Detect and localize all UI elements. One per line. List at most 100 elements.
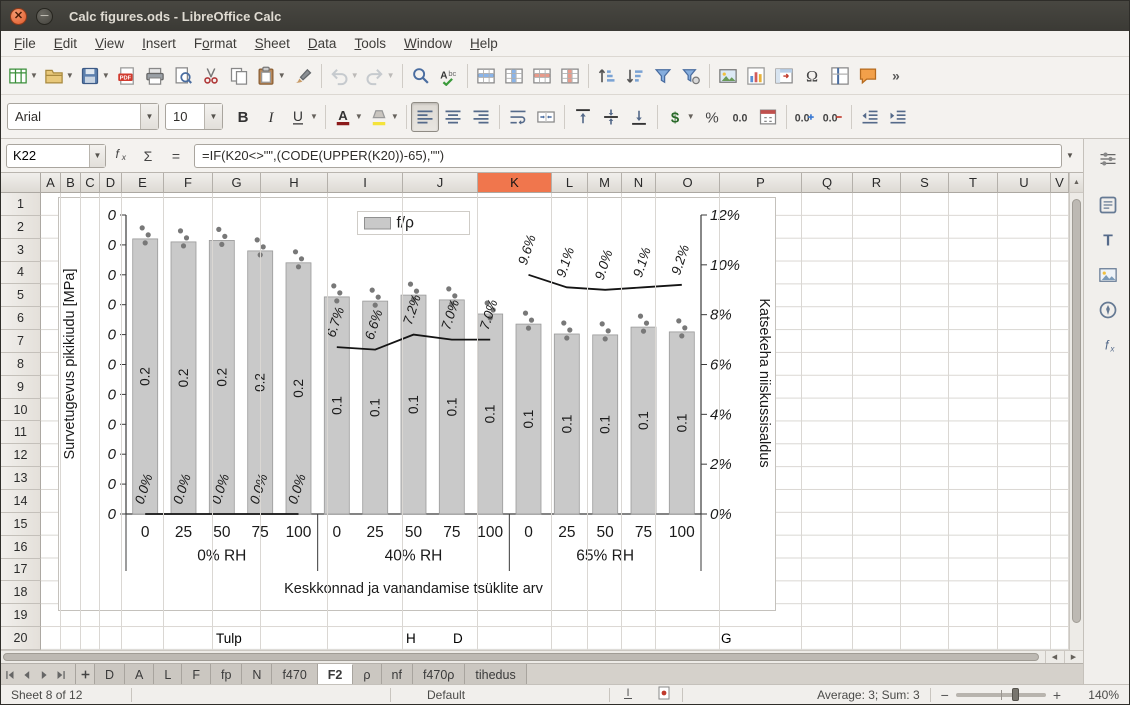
- insert-chart-button[interactable]: [742, 61, 770, 91]
- font-name-combobox[interactable]: Arial ▼: [7, 103, 159, 130]
- column-header-T[interactable]: T: [949, 173, 998, 193]
- menu-help[interactable]: Help: [461, 33, 507, 54]
- underline-button[interactable]: U▼: [285, 102, 321, 132]
- export-pdf-button[interactable]: PDF: [113, 61, 141, 91]
- chevron-down-icon[interactable]: ▼: [30, 71, 38, 80]
- sheet-tab-tihedus[interactable]: tihedus: [465, 664, 526, 685]
- name-box[interactable]: K22 ▼: [6, 144, 106, 168]
- new-spreadsheet-button[interactable]: ▼: [5, 61, 41, 91]
- sheet-tab-F[interactable]: F: [182, 664, 211, 685]
- bold-button[interactable]: B: [229, 102, 257, 132]
- vertical-scrollbar[interactable]: ▲: [1069, 173, 1083, 650]
- cell-value[interactable]: G: [721, 629, 732, 649]
- delete-row-button[interactable]: [528, 61, 556, 91]
- autofilter-button[interactable]: [649, 61, 677, 91]
- add-sheet-button[interactable]: [75, 664, 95, 685]
- column-header-M[interactable]: M: [588, 173, 622, 193]
- sheet-tab-ρ[interactable]: ρ: [353, 664, 381, 685]
- sheet-tab-N[interactable]: N: [242, 664, 272, 685]
- row-header-8[interactable]: 8: [1, 353, 41, 376]
- sort-ascending-button[interactable]: [593, 61, 621, 91]
- previous-sheet-button[interactable]: [18, 664, 35, 685]
- formula-input[interactable]: =IF(K20<>"",(CODE(UPPER(K20))-65),""): [194, 144, 1062, 168]
- minimize-window-button[interactable]: ─: [36, 8, 53, 25]
- chevron-down-icon[interactable]: ▼: [310, 112, 318, 121]
- column-header-P[interactable]: P: [720, 173, 802, 193]
- save-button[interactable]: ▼: [77, 61, 113, 91]
- equals-button[interactable]: =: [163, 144, 189, 168]
- percent-button[interactable]: %: [698, 102, 726, 132]
- chevron-down-icon[interactable]: ▼: [204, 104, 222, 129]
- page-style-status[interactable]: Default: [391, 685, 609, 704]
- redo-button[interactable]: ▼: [362, 61, 398, 91]
- undo-button[interactable]: ▼: [326, 61, 362, 91]
- sort-descending-button[interactable]: [621, 61, 649, 91]
- menu-window[interactable]: Window: [395, 33, 461, 54]
- menu-format[interactable]: Format: [185, 33, 246, 54]
- sheet-tab-F2[interactable]: F2: [318, 664, 354, 685]
- row-header-20[interactable]: 20: [1, 627, 41, 650]
- expand-formula-bar-button[interactable]: ▼: [1062, 144, 1078, 168]
- row-header-4[interactable]: 4: [1, 262, 41, 285]
- print-button[interactable]: [141, 61, 169, 91]
- zoom-in-button[interactable]: +: [1053, 687, 1061, 703]
- navigator-button[interactable]: [1093, 298, 1123, 326]
- chevron-down-icon[interactable]: ▼: [278, 71, 286, 80]
- select-all-corner[interactable]: [1, 173, 41, 193]
- column-header-G[interactable]: G: [213, 173, 261, 193]
- pivot-table-button[interactable]: [770, 61, 798, 91]
- delete-decimal-button[interactable]: 0.0: [819, 102, 847, 132]
- chevron-down-icon[interactable]: ▼: [387, 71, 395, 80]
- insert-column-button[interactable]: [500, 61, 528, 91]
- row-header-9[interactable]: 9: [1, 376, 41, 399]
- column-header-J[interactable]: J: [403, 173, 478, 193]
- properties-button[interactable]: [1093, 193, 1123, 221]
- row-header-2[interactable]: 2: [1, 216, 41, 239]
- embedded-chart[interactable]: f/ρ0000000000012%10%8%6%4%2%0%0.20.0%00.…: [58, 197, 776, 611]
- insert-comment-button[interactable]: [854, 61, 882, 91]
- cell-value[interactable]: D: [453, 629, 463, 649]
- valign-top-button[interactable]: [569, 102, 597, 132]
- row-header-14[interactable]: 14: [1, 490, 41, 513]
- menu-data[interactable]: Data: [299, 33, 346, 54]
- row-header-17[interactable]: 17: [1, 559, 41, 582]
- standard-filter-button[interactable]: [677, 61, 705, 91]
- scroll-up-icon[interactable]: ▲: [1070, 173, 1083, 193]
- align-left-button[interactable]: [411, 102, 439, 132]
- selection-statistics[interactable]: Average: 3; Sum: 3: [683, 685, 930, 704]
- column-header-E[interactable]: E: [122, 173, 164, 193]
- scroll-right-icon[interactable]: ▶: [1064, 651, 1082, 663]
- print-preview-button[interactable]: [169, 61, 197, 91]
- column-header-U[interactable]: U: [998, 173, 1051, 193]
- next-sheet-button[interactable]: [35, 664, 52, 685]
- omega-button[interactable]: Ω: [798, 61, 826, 91]
- valign-bottom-button[interactable]: [625, 102, 653, 132]
- menu-insert[interactable]: Insert: [133, 33, 185, 54]
- column-header-O[interactable]: O: [656, 173, 720, 193]
- row-header-6[interactable]: 6: [1, 307, 41, 330]
- sum-button[interactable]: Σ: [135, 144, 161, 168]
- number-format-button[interactable]: 0.0: [726, 102, 754, 132]
- delete-column-button[interactable]: [556, 61, 584, 91]
- font-size-combobox[interactable]: 10 ▼: [165, 103, 223, 130]
- row-header-3[interactable]: 3: [1, 239, 41, 262]
- insert-image-button[interactable]: [714, 61, 742, 91]
- find-replace-button[interactable]: [407, 61, 435, 91]
- sheet-tab-f470ρ[interactable]: f470ρ: [413, 664, 465, 685]
- sidebar-settings-button[interactable]: [1093, 147, 1123, 175]
- wrap-text-button[interactable]: [504, 102, 532, 132]
- styles-button[interactable]: T: [1093, 228, 1123, 256]
- sheet-tab-D[interactable]: D: [95, 664, 125, 685]
- row-header-15[interactable]: 15: [1, 513, 41, 536]
- spelling-button[interactable]: Abc: [435, 61, 463, 91]
- chevron-down-icon[interactable]: ▼: [140, 104, 158, 129]
- row-header-12[interactable]: 12: [1, 444, 41, 467]
- horizontal-scrollbar[interactable]: ◀ ▶: [1, 650, 1083, 663]
- cell-grid[interactable]: f/ρ0000000000012%10%8%6%4%2%0%0.20.0%00.…: [41, 193, 1069, 650]
- chevron-down-icon[interactable]: ▼: [66, 71, 74, 80]
- functions-button[interactable]: fx: [1093, 333, 1123, 361]
- row-header-1[interactable]: 1: [1, 193, 41, 216]
- horizontal-scrollbar-thumb[interactable]: [3, 653, 1039, 661]
- insert-row-button[interactable]: [472, 61, 500, 91]
- cut-button[interactable]: [197, 61, 225, 91]
